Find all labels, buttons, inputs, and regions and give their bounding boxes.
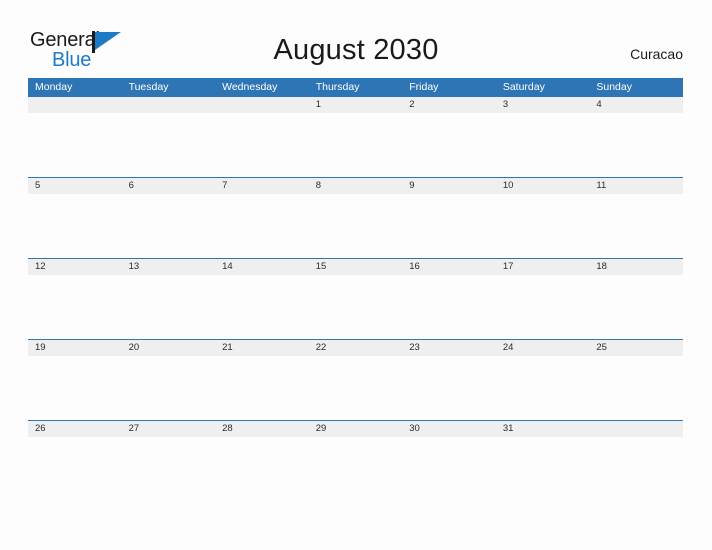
date-cell[interactable]: 6 bbox=[122, 178, 216, 194]
date-cell[interactable]: 24 bbox=[496, 340, 590, 356]
calendar-week-row: 5 6 7 8 9 10 11 bbox=[28, 177, 683, 258]
event-area-row bbox=[28, 356, 683, 420]
date-cell[interactable]: 16 bbox=[402, 259, 496, 275]
date-cell[interactable]: 1 bbox=[309, 97, 403, 113]
event-cell[interactable] bbox=[402, 194, 496, 258]
calendar-grid: Monday Tuesday Wednesday Thursday Friday… bbox=[28, 78, 683, 501]
date-cell[interactable]: 11 bbox=[589, 178, 683, 194]
weekday-header-wednesday: Wednesday bbox=[222, 81, 278, 93]
location-label: Curacao bbox=[630, 46, 683, 62]
event-cell[interactable] bbox=[122, 113, 216, 177]
event-cell[interactable] bbox=[122, 275, 216, 339]
date-cell[interactable]: 19 bbox=[28, 340, 122, 356]
event-cell[interactable] bbox=[496, 437, 590, 501]
page-title: August 2030 bbox=[273, 34, 439, 66]
date-cell[interactable]: 15 bbox=[309, 259, 403, 275]
event-cell[interactable] bbox=[215, 437, 309, 501]
event-cell[interactable] bbox=[496, 194, 590, 258]
event-cell[interactable] bbox=[589, 437, 683, 501]
date-number-row: 26 27 28 29 30 31 bbox=[28, 421, 683, 437]
date-cell[interactable]: 21 bbox=[215, 340, 309, 356]
calendar-page: General Blue August 2030 Curacao Monday … bbox=[0, 0, 712, 550]
event-cell[interactable] bbox=[309, 275, 403, 339]
page-header: General Blue August 2030 Curacao bbox=[0, 0, 712, 78]
event-cell[interactable] bbox=[122, 437, 216, 501]
date-cell[interactable]: 31 bbox=[496, 421, 590, 437]
event-cell[interactable] bbox=[589, 113, 683, 177]
weekday-header-saturday: Saturday bbox=[502, 81, 545, 93]
event-area-row bbox=[28, 113, 683, 177]
date-cell[interactable]: 28 bbox=[215, 421, 309, 437]
date-cell[interactable]: 17 bbox=[496, 259, 590, 275]
event-cell[interactable] bbox=[309, 356, 403, 420]
event-cell[interactable] bbox=[28, 194, 122, 258]
date-cell[interactable] bbox=[215, 97, 309, 113]
date-cell[interactable]: 12 bbox=[28, 259, 122, 275]
event-cell[interactable] bbox=[28, 356, 122, 420]
weekday-header-friday: Friday bbox=[409, 81, 439, 93]
date-cell[interactable]: 2 bbox=[402, 97, 496, 113]
date-number-row: 19 20 21 22 23 24 25 bbox=[28, 340, 683, 356]
event-cell[interactable] bbox=[28, 113, 122, 177]
event-area-row bbox=[28, 275, 683, 339]
event-cell[interactable] bbox=[589, 356, 683, 420]
event-cell[interactable] bbox=[309, 113, 403, 177]
event-cell[interactable] bbox=[215, 194, 309, 258]
event-area-row bbox=[28, 437, 683, 501]
date-cell[interactable]: 27 bbox=[122, 421, 216, 437]
date-cell[interactable]: 23 bbox=[402, 340, 496, 356]
weekday-header-tuesday: Tuesday bbox=[128, 81, 169, 93]
date-cell[interactable]: 30 bbox=[402, 421, 496, 437]
date-cell[interactable]: 5 bbox=[28, 178, 122, 194]
date-cell[interactable]: 3 bbox=[496, 97, 590, 113]
event-cell[interactable] bbox=[496, 275, 590, 339]
event-cell[interactable] bbox=[215, 356, 309, 420]
weekday-header-monday: Monday bbox=[35, 81, 73, 93]
date-cell[interactable]: 14 bbox=[215, 259, 309, 275]
event-cell[interactable] bbox=[402, 275, 496, 339]
date-cell[interactable]: 29 bbox=[309, 421, 403, 437]
date-number-row: 12 13 14 15 16 17 18 bbox=[28, 259, 683, 275]
event-cell[interactable] bbox=[496, 113, 590, 177]
event-cell[interactable] bbox=[215, 275, 309, 339]
calendar-week-row: 12 13 14 15 16 17 18 bbox=[28, 258, 683, 339]
date-number-row: 1 2 3 4 bbox=[28, 97, 683, 113]
date-cell[interactable]: 13 bbox=[122, 259, 216, 275]
date-cell[interactable]: 10 bbox=[496, 178, 590, 194]
date-cell[interactable]: 20 bbox=[122, 340, 216, 356]
event-cell[interactable] bbox=[122, 194, 216, 258]
date-cell[interactable]: 8 bbox=[309, 178, 403, 194]
date-number-row: 5 6 7 8 9 10 11 bbox=[28, 178, 683, 194]
date-cell[interactable]: 4 bbox=[589, 97, 683, 113]
calendar-week-row: 26 27 28 29 30 31 bbox=[28, 420, 683, 501]
weekday-header-sunday: Sunday bbox=[596, 81, 632, 93]
date-cell[interactable] bbox=[589, 421, 683, 437]
date-cell[interactable]: 25 bbox=[589, 340, 683, 356]
calendar-week-row: 19 20 21 22 23 24 25 bbox=[28, 339, 683, 420]
event-cell[interactable] bbox=[402, 113, 496, 177]
event-cell[interactable] bbox=[28, 437, 122, 501]
event-cell[interactable] bbox=[309, 437, 403, 501]
event-cell[interactable] bbox=[215, 113, 309, 177]
date-cell[interactable]: 18 bbox=[589, 259, 683, 275]
event-cell[interactable] bbox=[122, 356, 216, 420]
date-cell[interactable]: 7 bbox=[215, 178, 309, 194]
date-cell[interactable] bbox=[122, 97, 216, 113]
event-cell[interactable] bbox=[28, 275, 122, 339]
event-cell[interactable] bbox=[496, 356, 590, 420]
date-cell[interactable] bbox=[28, 97, 122, 113]
event-cell[interactable] bbox=[402, 356, 496, 420]
event-cell[interactable] bbox=[309, 194, 403, 258]
event-cell[interactable] bbox=[589, 194, 683, 258]
event-cell[interactable] bbox=[589, 275, 683, 339]
event-area-row bbox=[28, 194, 683, 258]
calendar-week-row: 1 2 3 4 bbox=[28, 97, 683, 177]
event-cell[interactable] bbox=[402, 437, 496, 501]
weekday-header-row: Monday Tuesday Wednesday Thursday Friday… bbox=[28, 78, 683, 97]
date-cell[interactable]: 26 bbox=[28, 421, 122, 437]
weekday-header-thursday: Thursday bbox=[315, 81, 360, 93]
date-cell[interactable]: 9 bbox=[402, 178, 496, 194]
date-cell[interactable]: 22 bbox=[309, 340, 403, 356]
